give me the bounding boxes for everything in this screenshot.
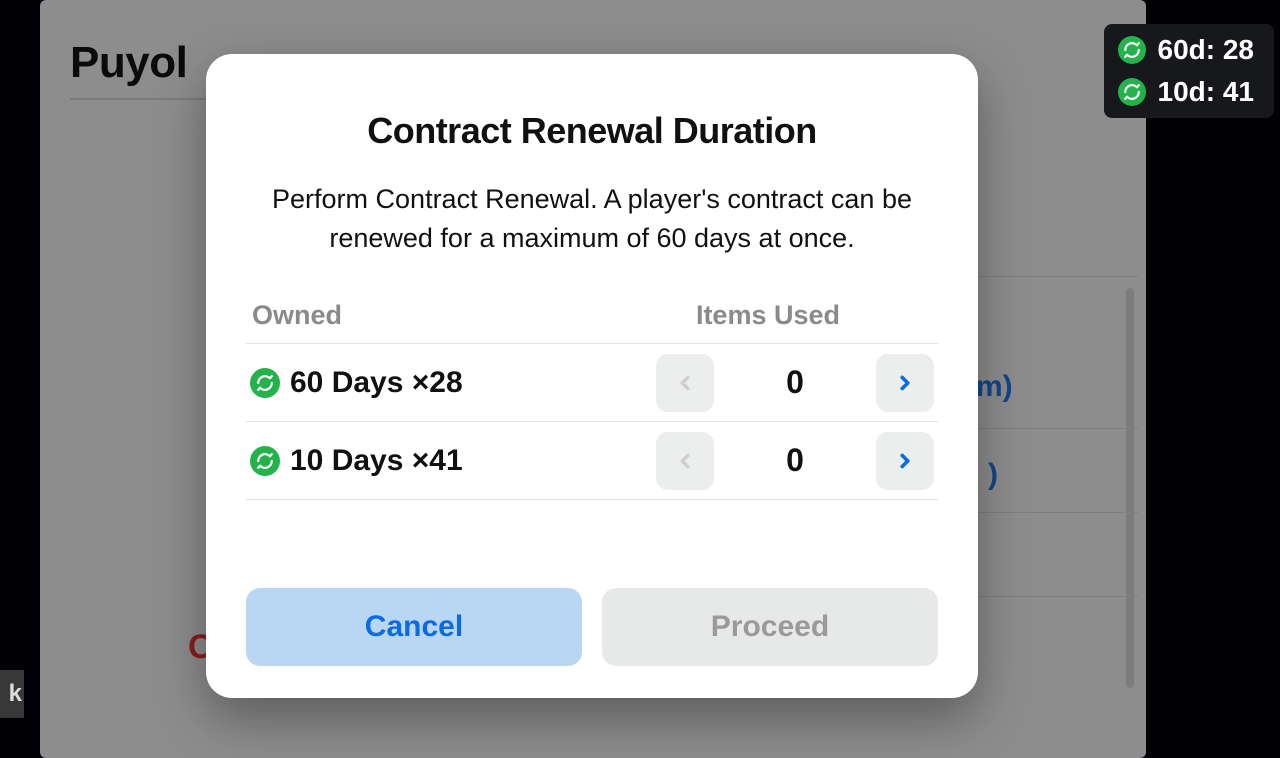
items-used-value: 0 xyxy=(730,442,860,479)
cancel-button[interactable]: Cancel xyxy=(246,588,582,666)
modal-table-header: Owned Items Used xyxy=(246,300,938,344)
inventory-counter-label: 10d: 41 xyxy=(1158,76,1255,108)
inventory-counter-row: 60d: 28 xyxy=(1118,34,1255,66)
refresh-icon xyxy=(250,446,280,476)
items-used-column-header: Items Used xyxy=(696,300,840,331)
owned-column-header: Owned xyxy=(252,300,342,331)
inventory-counter-row: 10d: 41 xyxy=(1118,76,1255,108)
inventory-counter-box: 60d: 28 10d: 41 xyxy=(1104,24,1275,118)
renewal-item-label: 10 Days ×41 xyxy=(290,444,463,478)
modal-description: Perform Contract Renewal. A player's con… xyxy=(254,180,930,258)
renewal-item-label: 60 Days ×28 xyxy=(290,366,463,400)
refresh-icon xyxy=(250,368,280,398)
background-peek-tab-k: k xyxy=(0,670,24,718)
inventory-counter-label: 60d: 28 xyxy=(1158,34,1255,66)
increment-button[interactable] xyxy=(876,354,934,412)
contract-renewal-modal: Contract Renewal Duration Perform Contra… xyxy=(206,54,978,698)
refresh-icon xyxy=(1118,78,1146,106)
items-used-value: 0 xyxy=(730,364,860,401)
modal-title: Contract Renewal Duration xyxy=(246,110,938,152)
increment-button[interactable] xyxy=(876,432,934,490)
background-peek-letter-k: k xyxy=(9,680,22,708)
decrement-button[interactable] xyxy=(656,432,714,490)
renewal-item-row: 10 Days ×41 0 xyxy=(246,422,938,500)
proceed-button[interactable]: Proceed xyxy=(602,588,938,666)
refresh-icon xyxy=(1118,36,1146,64)
decrement-button[interactable] xyxy=(656,354,714,412)
renewal-item-row: 60 Days ×28 0 xyxy=(246,344,938,422)
